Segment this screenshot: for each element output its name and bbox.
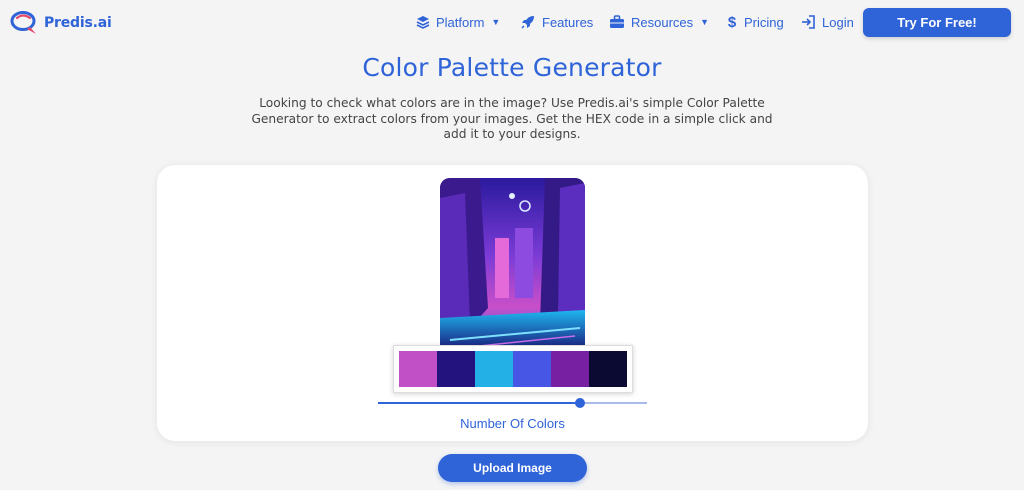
- page-title: Color Palette Generator: [362, 53, 662, 82]
- upload-image-button[interactable]: Upload Image: [438, 454, 587, 482]
- nav-label-resources: Resources: [631, 14, 694, 30]
- nav-label-platform: Platform: [436, 14, 485, 30]
- top-navbar: Predis.ai Platform ▼ Features Resources …: [0, 0, 1024, 44]
- color-swatch[interactable]: [513, 351, 551, 387]
- color-swatch[interactable]: [475, 351, 513, 387]
- color-swatch[interactable]: [399, 351, 437, 387]
- palette-tool-card: Number Of Colors: [157, 165, 868, 441]
- nav-label-pricing: Pricing: [744, 14, 784, 30]
- number-of-colors-slider[interactable]: [378, 397, 647, 409]
- page-description: Looking to check what colors are in the …: [251, 96, 773, 141]
- color-swatch[interactable]: [589, 351, 627, 387]
- nav-item-login[interactable]: Login: [800, 12, 854, 32]
- slider-thumb[interactable]: [574, 398, 585, 408]
- nav-item-pricing[interactable]: $ Pricing: [726, 12, 784, 32]
- brand-name: Predis.ai: [44, 15, 112, 31]
- login-icon: [802, 15, 815, 29]
- nav-item-resources[interactable]: Resources ▼: [609, 12, 709, 32]
- chevron-down-icon: ▼: [491, 17, 501, 27]
- slider-fill: [378, 402, 580, 404]
- briefcase-icon: [610, 15, 624, 28]
- nav-item-platform[interactable]: Platform ▼: [416, 12, 500, 32]
- uploaded-image-preview: [440, 178, 585, 350]
- color-swatch[interactable]: [551, 351, 589, 387]
- chat-bubble-logo-icon: [10, 11, 36, 34]
- nav-item-features[interactable]: Features: [520, 12, 593, 32]
- slider-label: Number Of Colors: [460, 416, 565, 431]
- dollar-icon: $: [727, 13, 737, 31]
- chevron-down-icon: ▼: [700, 17, 710, 27]
- color-swatch[interactable]: [437, 351, 475, 387]
- layers-icon: [416, 16, 430, 29]
- color-palette: [393, 345, 633, 393]
- rocket-icon: [521, 16, 534, 29]
- nav-label-login: Login: [822, 14, 854, 30]
- nav-label-features: Features: [542, 14, 594, 30]
- try-for-free-button[interactable]: Try For Free!: [863, 8, 1011, 37]
- predis-logo[interactable]: Predis.ai: [10, 10, 112, 36]
